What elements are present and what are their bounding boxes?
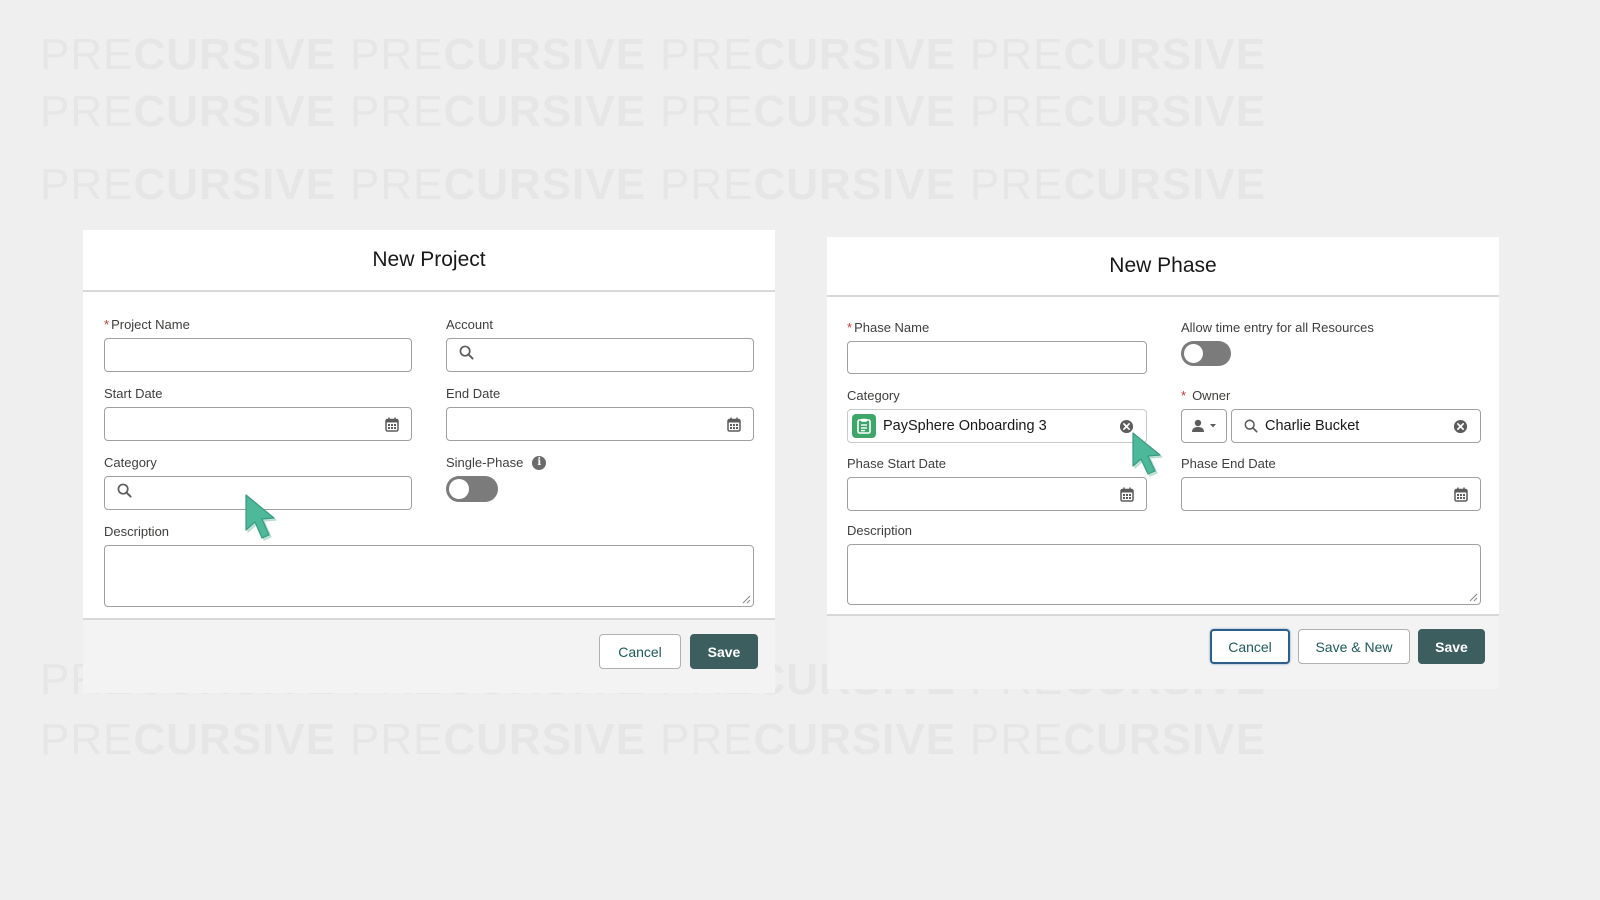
search-icon — [117, 483, 132, 503]
phase-end-date-field: Phase End Date — [1181, 455, 1481, 511]
modal-header: New Project — [83, 230, 775, 292]
description-textarea[interactable] — [104, 545, 754, 607]
modal-title: New Phase — [1109, 254, 1217, 277]
single-phase-field: Single-Phase i — [446, 454, 754, 502]
project-name-input[interactable] — [104, 338, 412, 372]
owner-value: Charlie Bucket — [1265, 418, 1360, 434]
project-name-label: * Project Name — [104, 317, 190, 332]
single-phase-label: Single-Phase i — [446, 454, 754, 471]
required-marker: * — [104, 317, 110, 332]
calendar-icon[interactable] — [385, 417, 399, 437]
new-project-modal: New Project * Project Name Account Start … — [83, 230, 775, 693]
category-label: Category — [847, 388, 900, 403]
end-date-input[interactable] — [446, 407, 754, 441]
single-phase-toggle[interactable] — [446, 476, 498, 502]
start-date-input[interactable] — [104, 407, 412, 441]
start-date-field: Start Date — [104, 385, 412, 441]
account-field: Account — [446, 316, 754, 372]
owner-type-selector[interactable] — [1181, 409, 1227, 443]
modal-footer: Cancel Save & New Save — [827, 614, 1499, 689]
cancel-button[interactable]: Cancel — [599, 634, 681, 669]
info-icon[interactable]: i — [532, 455, 547, 470]
description-field: Description — [847, 522, 1481, 605]
phase-start-date-field: Phase Start Date — [847, 455, 1147, 511]
description-textarea[interactable] — [847, 544, 1481, 605]
watermark-row: PRECURSIVEPRECURSIVEPRECURSIVEPRECURSIVE — [40, 30, 1267, 79]
resize-handle-icon[interactable] — [742, 595, 751, 604]
phase-name-label: * Phase Name — [847, 320, 930, 335]
account-search-input[interactable] — [446, 338, 754, 372]
cursor-icon — [245, 494, 277, 541]
owner-search-input[interactable]: Charlie Bucket — [1231, 409, 1481, 443]
save-and-new-button[interactable]: Save & New — [1298, 629, 1410, 664]
watermark-row: PRECURSIVEPRECURSIVEPRECURSIVEPRECURSIVE — [40, 715, 1267, 764]
project-name-field: * Project Name — [104, 316, 412, 372]
save-button[interactable]: Save — [1418, 629, 1485, 664]
calendar-icon[interactable] — [727, 417, 741, 437]
search-icon — [1244, 419, 1258, 433]
description-label: Description — [847, 523, 913, 538]
watermark-row: PRECURSIVEPRECURSIVEPRECURSIVEPRECURSIVE — [40, 87, 1267, 136]
cancel-button[interactable]: Cancel — [1210, 629, 1290, 664]
required-marker: * — [847, 320, 853, 335]
search-icon — [459, 345, 474, 365]
modal-title: New Project — [372, 248, 486, 271]
owner-lookup: Charlie Bucket — [1181, 409, 1481, 443]
new-phase-modal: New Phase * Phase Name Allow time entry f… — [827, 237, 1499, 689]
phase-name-field: * Phase Name — [847, 319, 1147, 374]
end-date-label: End Date — [446, 386, 501, 401]
toggle-knob — [449, 479, 469, 499]
start-date-label: Start Date — [104, 386, 163, 401]
account-label: Account — [446, 317, 493, 332]
owner-field: * Owner Charlie Bucket — [1181, 387, 1481, 443]
calendar-icon[interactable] — [1120, 487, 1134, 507]
phase-start-date-input[interactable] — [847, 477, 1147, 511]
owner-label: * Owner — [1181, 388, 1231, 403]
watermark-row: PRECURSIVEPRECURSIVEPRECURSIVEPRECURSIVE — [40, 160, 1267, 209]
description-field: Description — [104, 523, 754, 607]
category-icon — [852, 414, 876, 438]
save-button[interactable]: Save — [690, 634, 758, 669]
required-marker: * — [1181, 388, 1187, 403]
phase-end-date-input[interactable] — [1181, 477, 1481, 511]
allow-time-entry-label: Allow time entry for all Resources — [1181, 320, 1374, 335]
resize-handle-icon[interactable] — [1469, 593, 1478, 602]
category-value: PaySphere Onboarding 3 — [883, 418, 1047, 434]
category-label: Category — [104, 455, 157, 470]
category-field: Category PaySphere Onboarding 3 — [847, 387, 1147, 443]
toggle-knob — [1184, 344, 1203, 363]
chevron-down-icon — [1210, 424, 1216, 428]
end-date-field: End Date — [446, 385, 754, 441]
modal-header: New Phase — [827, 237, 1499, 297]
phase-start-date-label: Phase Start Date — [847, 456, 946, 471]
category-selected-input[interactable]: PaySphere Onboarding 3 — [847, 409, 1147, 443]
user-icon — [1192, 419, 1204, 432]
modal-footer: Cancel Save — [83, 618, 775, 693]
clear-icon[interactable] — [1453, 419, 1468, 439]
allow-time-entry-field: Allow time entry for all Resources — [1181, 319, 1481, 366]
description-label: Description — [104, 524, 170, 539]
phase-name-input[interactable] — [847, 341, 1147, 374]
calendar-icon[interactable] — [1454, 487, 1468, 507]
phase-end-date-label: Phase End Date — [1181, 456, 1276, 471]
allow-time-entry-toggle[interactable] — [1181, 341, 1231, 366]
cursor-icon — [1132, 432, 1163, 477]
